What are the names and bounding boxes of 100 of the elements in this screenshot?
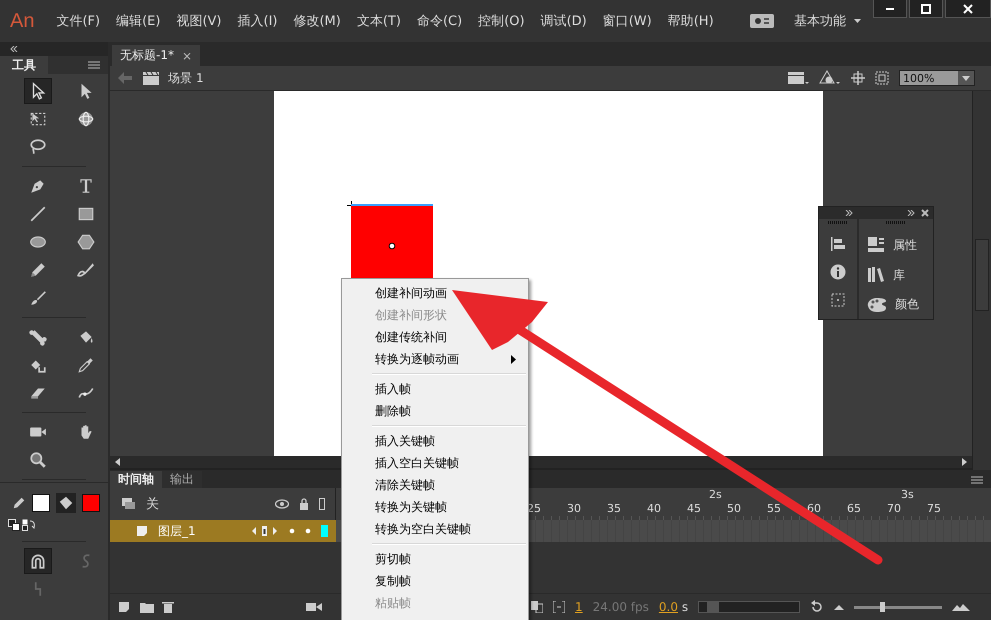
document-title: 无标题-1* [120, 47, 174, 64]
menu-item[interactable]: 文件(F) [48, 12, 108, 30]
menu-item[interactable]: 清除关键帧 [375, 476, 435, 494]
dot-icon[interactable] [305, 528, 311, 534]
dot-icon[interactable] [289, 528, 295, 534]
paint-brush-icon [77, 261, 95, 279]
menu-icon[interactable] [971, 476, 983, 484]
panel-item[interactable]: 库 [859, 266, 905, 284]
frame-number: 50 [727, 502, 742, 516]
scroll-left-icon[interactable] [114, 458, 122, 466]
maximize-button[interactable] [909, 0, 943, 18]
crosshair-icon[interactable] [851, 71, 865, 85]
magnet-icon [29, 552, 47, 570]
app-logo: An [10, 10, 34, 32]
eye-icon[interactable] [275, 499, 289, 509]
folder-icon[interactable] [140, 601, 154, 613]
menu-item[interactable]: 插入(I) [230, 12, 286, 30]
info-icon[interactable] [830, 264, 846, 280]
menu-item[interactable]: 修改(M) [285, 12, 349, 30]
large-mountain-icon[interactable] [952, 603, 970, 611]
sync-button[interactable] [750, 14, 774, 28]
shapes-icon[interactable] [819, 70, 841, 86]
close-button[interactable] [945, 0, 991, 18]
current-frame[interactable]: 1 [575, 600, 583, 614]
menu-item[interactable]: 创建补间动画 [375, 284, 447, 302]
frame-number: 35 [607, 502, 622, 516]
document-tab[interactable]: 无标题-1* × [112, 45, 200, 66]
menu-item[interactable]: 转换为空白关键帧 [375, 520, 471, 538]
menu-icon[interactable] [88, 61, 100, 69]
outline-icon[interactable] [319, 498, 325, 510]
panel-tab[interactable]: 输出 [162, 471, 202, 488]
fit-frame-icon[interactable] [875, 71, 889, 85]
menu-item[interactable]: 窗口(W) [594, 12, 660, 30]
menu-item[interactable]: 删除帧 [375, 402, 411, 420]
transform-icon [29, 110, 47, 128]
menu-item[interactable]: 命令(C) [408, 12, 470, 30]
panel-tab[interactable]: 工具 [0, 56, 48, 74]
close-icon[interactable] [921, 209, 929, 217]
workspace-dropdown[interactable]: 基本功能 [794, 12, 861, 30]
hexagon-icon [77, 233, 95, 251]
slider-thumb[interactable] [880, 602, 886, 612]
scene-label: 场景 [168, 70, 192, 86]
menu-item[interactable]: 转换为关键帧 [375, 498, 447, 516]
outline-color-icon[interactable] [321, 525, 328, 537]
menu-item[interactable]: 控制(O) [470, 12, 533, 30]
menu-item[interactable]: 帮助(H) [660, 12, 722, 30]
timeline-scrollbar[interactable] [698, 601, 800, 613]
camera-icon[interactable] [306, 602, 322, 612]
menu-item[interactable]: 插入空白关键帧 [375, 454, 459, 472]
panel-tab[interactable]: 时间轴 [110, 471, 162, 488]
brush-icon [29, 289, 47, 307]
vertical-scrollbar[interactable] [972, 91, 991, 470]
stroke-color-swatch[interactable] [32, 494, 50, 512]
option-button[interactable] [24, 548, 52, 574]
tool-button[interactable] [24, 78, 52, 104]
minimize-button[interactable] [873, 0, 907, 18]
menu-item[interactable]: 编辑(E) [108, 12, 168, 30]
menu-item[interactable]: 转换为逐帧动画 [375, 350, 459, 368]
zoom-dropdown[interactable]: 100% [899, 70, 975, 86]
menu-item[interactable]: 剪切帧 [375, 550, 411, 568]
onion-skin-icon[interactable] [531, 601, 543, 613]
align-icon[interactable] [830, 236, 846, 252]
small-mountain-icon[interactable] [834, 604, 844, 610]
layer-row[interactable]: 图层_1 [110, 520, 336, 542]
menu-item[interactable]: 插入帧 [375, 380, 411, 398]
caret-icon [854, 19, 861, 23]
menu-item[interactable]: 创建传统补间 [375, 328, 447, 346]
menu-item[interactable]: 调试(D) [532, 12, 595, 30]
menu-item[interactable]: 视图(V) [168, 12, 230, 30]
tab-close-button[interactable]: × [182, 48, 192, 62]
new-layer-icon[interactable] [118, 601, 132, 613]
loop-icon[interactable] [810, 600, 824, 614]
panel-item[interactable]: 颜色 [859, 296, 919, 313]
scrollbar-thumb[interactable] [975, 239, 989, 311]
menu-item[interactable]: 文本(T) [348, 12, 409, 30]
elapsed-time[interactable]: 0.0 [658, 600, 678, 614]
menu-item[interactable]: 插入关键帧 [375, 432, 435, 450]
bone-icon [29, 328, 47, 346]
scroll-right-icon[interactable] [960, 458, 968, 466]
frame-number: 70 [887, 502, 902, 516]
caret-icon [958, 71, 974, 85]
fill-color-swatch[interactable] [82, 494, 100, 512]
expand-icon[interactable] [845, 210, 853, 216]
close-icon [963, 4, 973, 14]
frame-number: 75 [927, 502, 942, 516]
edit-frames-icon[interactable] [553, 601, 565, 613]
zoom-icon [29, 451, 47, 469]
default-colors-icon[interactable] [8, 519, 20, 531]
seconds-label: 3s [901, 488, 915, 502]
rectangle-icon [77, 205, 95, 223]
trash-icon[interactable] [162, 601, 174, 613]
expand-icon[interactable] [907, 210, 915, 216]
panel-item[interactable]: 属性 [859, 236, 917, 254]
swap-colors-icon[interactable] [22, 519, 36, 531]
menu-item[interactable]: 复制帧 [375, 572, 411, 590]
seconds-label: 2s [709, 488, 723, 502]
collapse-icon[interactable] [10, 46, 18, 52]
transform-icon[interactable] [830, 292, 846, 308]
line-icon [29, 205, 47, 223]
lock-icon[interactable] [299, 498, 309, 510]
